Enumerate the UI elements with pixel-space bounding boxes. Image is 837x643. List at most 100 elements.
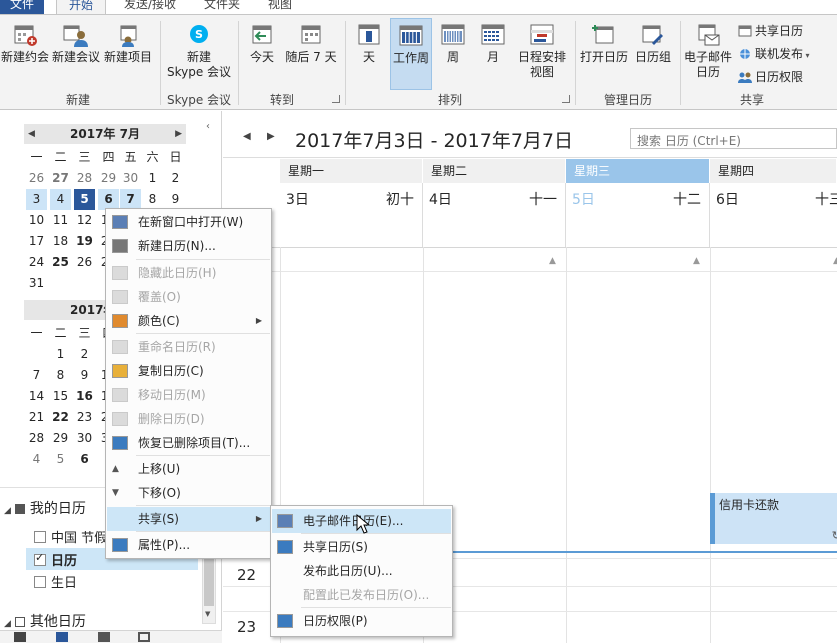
month-view-button[interactable]: 月 [474, 23, 512, 65]
calendar-day[interactable]: 16 [74, 386, 95, 407]
tab-home[interactable]: 开始 [56, 0, 106, 14]
context-menu-item[interactable]: ▼ 下移(O) [107, 481, 270, 505]
calendar-day[interactable]: 28 [74, 168, 95, 189]
calendar-day[interactable]: 7 [26, 365, 47, 386]
share-submenu-item[interactable]: 日历权限(P) [272, 609, 451, 633]
publish-online-button[interactable]: 联机发布 ▾ [738, 45, 810, 62]
calendar-day[interactable]: 22 [50, 407, 71, 428]
context-menu-item[interactable]: 删除日历(D) [107, 407, 270, 431]
calendar-day[interactable]: 18 [50, 231, 71, 252]
calendar-day[interactable]: 25 [50, 252, 71, 273]
context-menu-item[interactable]: 属性(P)... [107, 533, 270, 557]
calendar-checkbox[interactable] [34, 576, 46, 588]
calendar-day[interactable]: 12 [74, 210, 95, 231]
schedule-view-button[interactable]: 日程安排 视图 [514, 23, 570, 80]
share-submenu-item[interactable]: 配置此已发布日历(O)... [272, 583, 451, 607]
my-calendars-header[interactable]: ◢ 我的日历 [4, 498, 86, 518]
context-menu-item[interactable]: 新建日历(N)... [107, 234, 270, 258]
day-cell-6[interactable]: 6日 十三 [710, 183, 837, 247]
context-menu-item[interactable]: 恢复已删除项目(T)... [107, 431, 270, 455]
calendar-icon[interactable] [56, 632, 68, 642]
scroll-up-icon[interactable]: ▲ [693, 256, 700, 266]
calendar-day[interactable]: 15 [50, 386, 71, 407]
calendar-day[interactable]: 28 [26, 428, 47, 449]
event-block[interactable]: 信用卡还款 ↻ [710, 493, 837, 544]
prev-week-icon[interactable]: ◀ [243, 131, 251, 142]
calendar-day[interactable]: 1 [50, 344, 71, 365]
calendar-day[interactable]: 9 [74, 365, 95, 386]
mail-icon[interactable] [14, 632, 26, 642]
context-menu-item[interactable]: 隐藏此日历(H) [107, 261, 270, 285]
calendar-checkbox[interactable] [34, 551, 46, 566]
new-appointment-button[interactable]: 新建约会 [0, 23, 50, 65]
calendar-day[interactable]: 5 [50, 449, 71, 470]
calendar-day[interactable]: 17 [26, 231, 47, 252]
calendar-day[interactable]: 10 [26, 210, 47, 231]
context-menu-item[interactable]: 移动日历(M) [107, 383, 270, 407]
calendar-day[interactable]: 8 [142, 189, 163, 210]
tab-file[interactable]: 文件 [0, 0, 44, 14]
calendar-day[interactable]: 24 [26, 252, 47, 273]
calendar-permissions-button[interactable]: 日历权限 [738, 68, 803, 85]
calendar-day[interactable]: 31 [26, 273, 47, 294]
context-menu-item[interactable]: 复制日历(C) [107, 359, 270, 383]
next-7-days-button[interactable]: 随后 7 天 [282, 23, 340, 65]
context-menu-item[interactable]: 重命名日历(R) [107, 335, 270, 359]
share-submenu-item[interactable]: 发布此日历(U)... [272, 559, 451, 583]
day-cell-5[interactable]: 5日 十二 [566, 183, 710, 247]
calendar-day[interactable]: 30 [74, 428, 95, 449]
email-calendar-button[interactable]: 电子邮件 日历 [682, 23, 734, 80]
arrange-dialog-launcher[interactable] [562, 95, 570, 103]
new-meeting-button[interactable]: 新建会议 [50, 23, 102, 65]
calendar-item-calendar[interactable]: 日历 [34, 550, 77, 569]
people-icon[interactable] [98, 632, 110, 642]
day-cell-3[interactable]: 3日 初十 [280, 183, 423, 247]
goto-dialog-launcher[interactable] [332, 95, 340, 103]
calendar-day[interactable]: 26 [74, 252, 95, 273]
calendar-day[interactable]: 21 [26, 407, 47, 428]
calendar-day[interactable]: 9 [165, 189, 186, 210]
calendar-day[interactable]: 4 [50, 189, 71, 210]
new-items-button[interactable]: 新建项目 [102, 23, 154, 65]
search-box[interactable]: 搜索 日历 (Ctrl+E) [630, 128, 837, 149]
prev-month-icon[interactable]: ◀ [28, 124, 35, 144]
collapse-arrow-icon[interactable]: ◢ [4, 619, 11, 629]
context-menu-item[interactable]: 颜色(C) ▶ [107, 309, 270, 333]
calendar-day[interactable]: 30 [120, 168, 141, 189]
day-cell-4[interactable]: 4日 十一 [423, 183, 566, 247]
calendar-day[interactable]: 1 [142, 168, 163, 189]
calendar-day[interactable]: 27 [50, 168, 71, 189]
context-menu-item[interactable]: ▲ 上移(U) [107, 457, 270, 481]
calendar-day[interactable]: 6 [98, 189, 119, 210]
calendar-item-birthdays[interactable]: 生日 [34, 572, 77, 591]
share-calendar-button[interactable]: 共享日历 [738, 22, 803, 39]
tasks-icon[interactable] [138, 632, 150, 642]
calendar-day[interactable]: 2 [165, 168, 186, 189]
calendar-day[interactable]: 19 [74, 231, 95, 252]
calendar-day[interactable]: 14 [26, 386, 47, 407]
calendar-day[interactable]: 23 [74, 407, 95, 428]
calendar-checkbox[interactable] [34, 531, 46, 543]
scroll-up-icon[interactable]: ▲ [549, 256, 556, 266]
calendar-day[interactable]: 29 [98, 168, 119, 189]
today-button[interactable]: 今天 [242, 23, 282, 65]
calendar-day[interactable]: 8 [50, 365, 71, 386]
context-menu-item[interactable]: 在新窗口中打开(W) [107, 210, 270, 234]
day-view-button[interactable]: 天 [350, 23, 388, 65]
tab-view[interactable]: 视图 [258, 0, 302, 14]
next-week-icon[interactable]: ▶ [267, 131, 275, 142]
week-view-button[interactable]: 周 [434, 23, 472, 65]
new-skype-meeting-button[interactable]: S 新建 Skype 会议 [162, 23, 236, 80]
work-week-view-button[interactable]: 工作周 [390, 18, 432, 90]
tab-folder[interactable]: 文件夹 [194, 0, 250, 14]
calendar-day[interactable]: 5 [74, 189, 95, 210]
calendar-day[interactable]: 7 [120, 189, 141, 210]
calendar-day[interactable]: 29 [50, 428, 71, 449]
collapse-arrow-icon[interactable]: ◢ [4, 506, 11, 516]
context-menu-item[interactable]: 共享(S) ▶ [107, 507, 270, 531]
tab-send-receive[interactable]: 发送/接收 [112, 0, 188, 14]
calendar-day[interactable]: 11 [50, 210, 71, 231]
scroll-up-icon[interactable]: ▲ [833, 256, 837, 266]
calendar-day[interactable]: 4 [26, 449, 47, 470]
other-calendars-header[interactable]: ◢ 其他日历 [4, 611, 86, 631]
